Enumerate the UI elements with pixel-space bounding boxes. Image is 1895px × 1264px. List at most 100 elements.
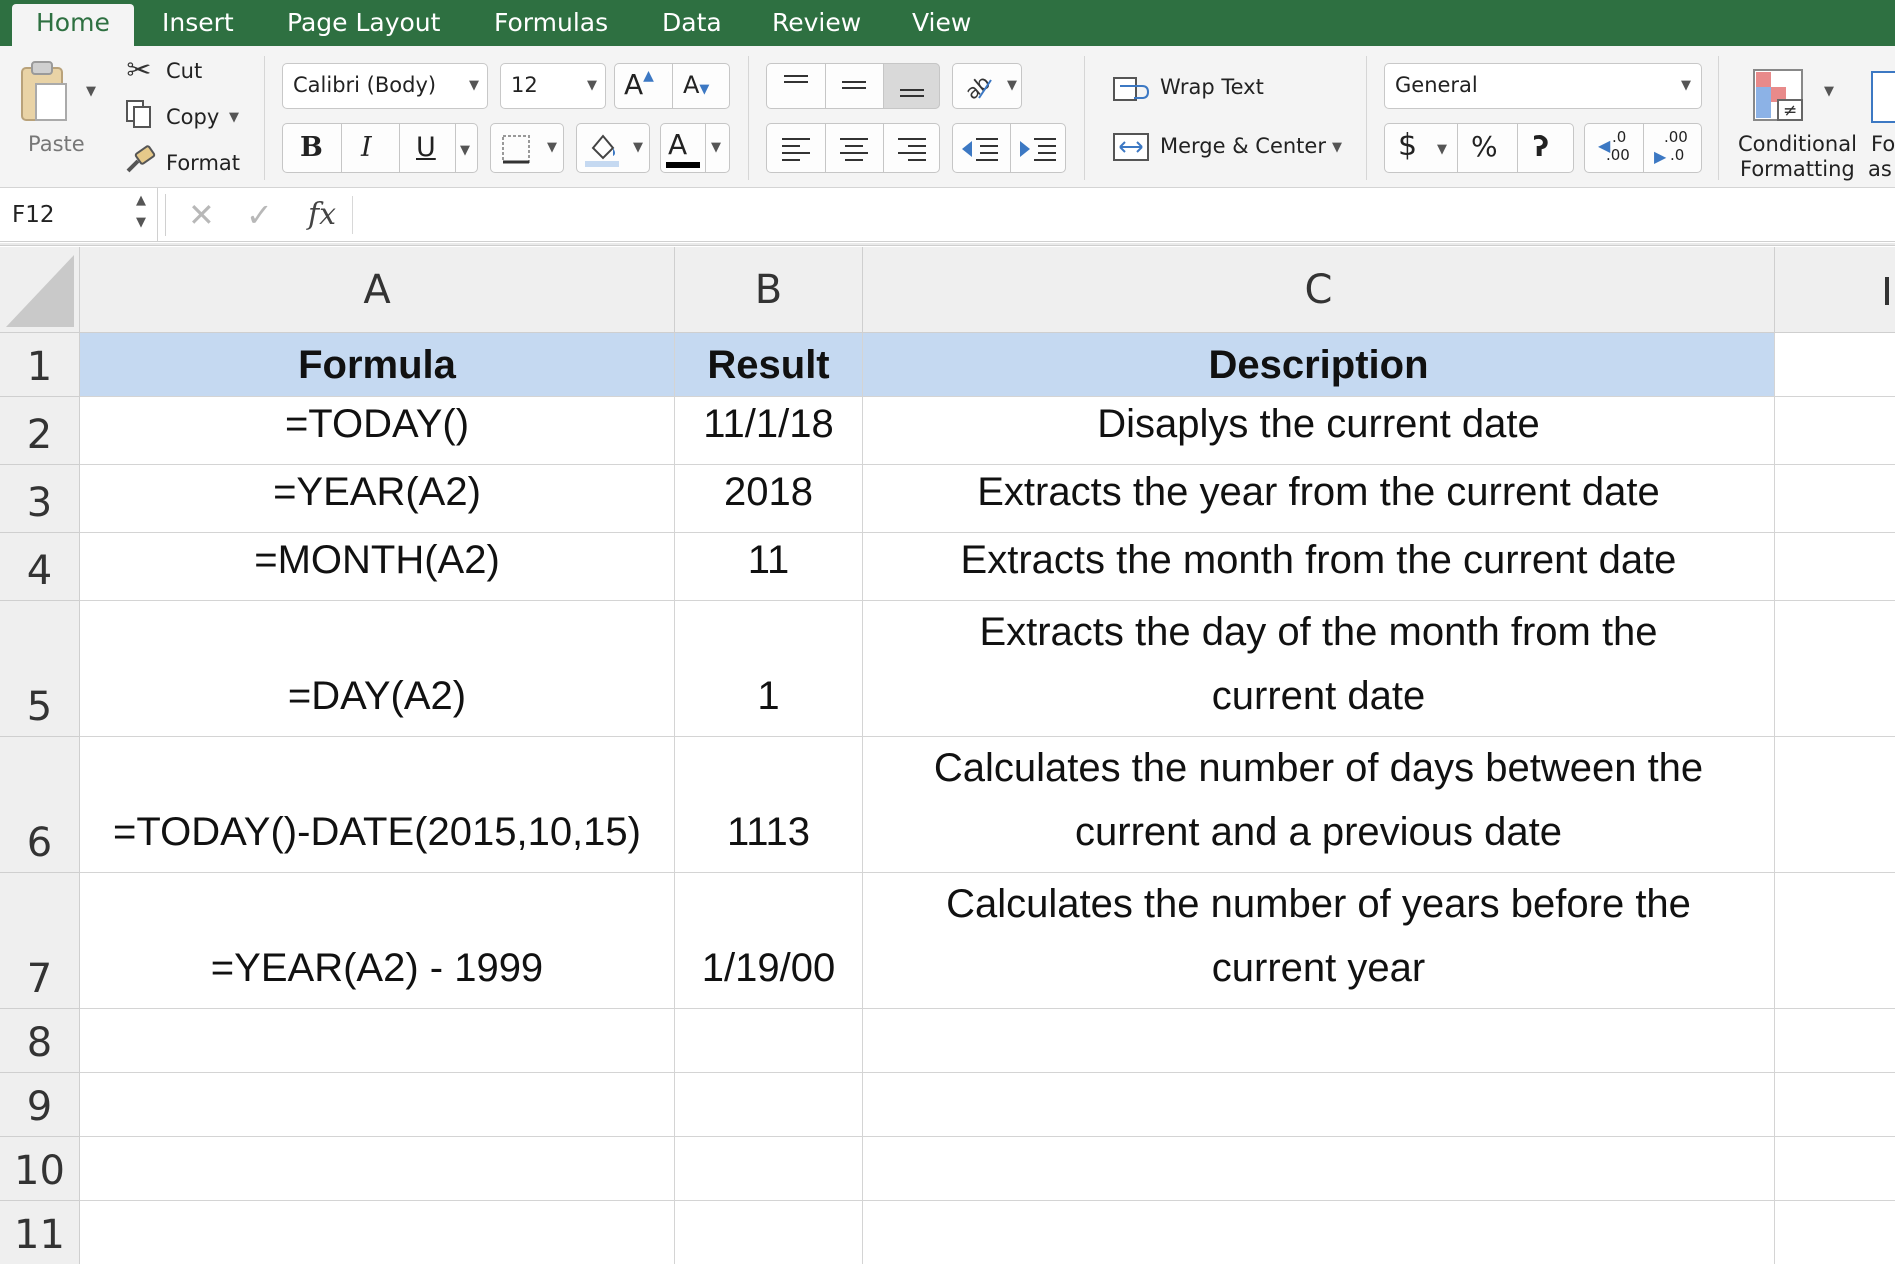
select-all-button[interactable] <box>0 247 80 333</box>
cell-c6[interactable]: Calculates the number of days between th… <box>863 737 1775 873</box>
stepper-down-icon[interactable]: ▼ <box>136 215 146 230</box>
row-header[interactable]: 9 <box>0 1073 80 1137</box>
align-middle-icon[interactable] <box>840 74 868 96</box>
merge-center-button[interactable]: Merge & Center <box>1160 134 1326 158</box>
cell-b6[interactable]: 1113 <box>675 737 863 873</box>
cell-b9[interactable] <box>675 1073 863 1137</box>
row-header[interactable]: 7 <box>0 873 80 1009</box>
merge-center-dropdown-icon[interactable]: ▼ <box>1332 140 1342 155</box>
row-header[interactable]: 8 <box>0 1009 80 1073</box>
tab-data[interactable]: Data <box>662 0 722 46</box>
cell-d6[interactable] <box>1775 737 1895 873</box>
cell-a8[interactable] <box>80 1009 675 1073</box>
borders-button[interactable]: ▼ <box>490 123 564 173</box>
fill-color-button[interactable]: ▼ <box>576 123 650 173</box>
format-as-table-label-1[interactable]: Fo <box>1871 132 1895 156</box>
orientation-button[interactable]: ab ▼ <box>952 63 1022 109</box>
cell-d8[interactable] <box>1775 1009 1895 1073</box>
cell-d9[interactable] <box>1775 1073 1895 1137</box>
cell-b2[interactable]: 11/1/18 <box>675 397 863 465</box>
align-center-icon[interactable] <box>838 136 870 162</box>
tab-home[interactable]: Home <box>12 4 134 46</box>
cell-b4[interactable]: 11 <box>675 533 863 601</box>
cell-a10[interactable] <box>80 1137 675 1201</box>
number-format-select[interactable]: General ▼ <box>1384 63 1702 109</box>
cancel-icon[interactable]: ✕ <box>188 196 215 234</box>
cell-a1[interactable]: Formula <box>80 333 675 397</box>
row-header[interactable]: 5 <box>0 601 80 737</box>
row-header[interactable]: 4 <box>0 533 80 601</box>
conditional-formatting-icon[interactable]: ≠ <box>1752 68 1806 124</box>
stepper-up-icon[interactable]: ▲ <box>136 193 146 208</box>
column-header-a[interactable]: A <box>80 247 675 333</box>
cell-b11[interactable] <box>675 1201 863 1264</box>
cell-c10[interactable] <box>863 1137 1775 1201</box>
row-header[interactable]: 10 <box>0 1137 80 1201</box>
currency-dropdown-icon[interactable]: ▼ <box>1437 142 1447 157</box>
tab-view[interactable]: View <box>912 0 971 46</box>
format-as-table-label-2[interactable]: as <box>1868 157 1892 181</box>
align-bottom-button[interactable] <box>883 63 940 109</box>
wrap-text-button[interactable]: Wrap Text <box>1160 75 1264 99</box>
currency-button[interactable]: $ <box>1398 128 1417 163</box>
cell-b8[interactable] <box>675 1009 863 1073</box>
align-right-icon[interactable] <box>896 136 928 162</box>
formula-input[interactable] <box>360 188 1890 242</box>
merge-center-icon[interactable] <box>1112 132 1150 162</box>
column-header-c[interactable]: C <box>863 247 1775 333</box>
cut-icon[interactable]: ✂ <box>124 53 154 88</box>
tab-page-layout[interactable]: Page Layout <box>287 0 440 46</box>
conditional-formatting-label-1[interactable]: Conditional <box>1738 132 1857 156</box>
name-box[interactable]: F12 ▲ ▼ <box>0 188 158 242</box>
cell-b10[interactable] <box>675 1137 863 1201</box>
comma-style-button[interactable]: ʔ <box>1533 130 1549 163</box>
cell-d4[interactable] <box>1775 533 1895 601</box>
cell-c4[interactable]: Extracts the month from the current date <box>863 533 1775 601</box>
cell-a9[interactable] <box>80 1073 675 1137</box>
underline-button[interactable]: U <box>416 132 436 163</box>
align-left-icon[interactable] <box>780 136 812 162</box>
font-family-select[interactable]: Calibri (Body) ▼ <box>282 63 488 109</box>
increase-indent-icon[interactable] <box>1018 136 1058 162</box>
cut-button[interactable]: Cut <box>166 59 202 83</box>
confirm-icon[interactable]: ✓ <box>246 196 273 234</box>
row-header[interactable]: 1 <box>0 333 80 397</box>
cell-a3[interactable]: =YEAR(A2) <box>80 465 675 533</box>
paste-dropdown-icon[interactable]: ▼ <box>86 84 96 99</box>
tab-formulas[interactable]: Formulas <box>494 0 608 46</box>
cell-d7[interactable] <box>1775 873 1895 1009</box>
cell-d2[interactable] <box>1775 397 1895 465</box>
cell-c1[interactable]: Description <box>863 333 1775 397</box>
insert-function-button[interactable]: fx <box>308 197 336 232</box>
cell-a11[interactable] <box>80 1201 675 1264</box>
conditional-formatting-label-2[interactable]: Formatting <box>1740 157 1855 181</box>
cell-c9[interactable] <box>863 1073 1775 1137</box>
tab-insert[interactable]: Insert <box>162 0 234 46</box>
row-header[interactable]: 6 <box>0 737 80 873</box>
cell-d11[interactable] <box>1775 1201 1895 1264</box>
cell-b3[interactable]: 2018 <box>675 465 863 533</box>
wrap-text-icon[interactable] <box>1112 74 1150 104</box>
italic-button[interactable]: I <box>361 132 372 163</box>
copy-dropdown-icon[interactable]: ▼ <box>229 110 239 125</box>
cell-a5[interactable]: =DAY(A2) <box>80 601 675 737</box>
format-as-table-icon[interactable] <box>1870 70 1895 124</box>
cell-c2[interactable]: Disaplys the current date <box>863 397 1775 465</box>
format-painter-icon[interactable] <box>124 144 156 176</box>
percent-button[interactable]: % <box>1471 130 1498 163</box>
cell-a4[interactable]: =MONTH(A2) <box>80 533 675 601</box>
cell-b5[interactable]: 1 <box>675 601 863 737</box>
cell-c11[interactable] <box>863 1201 1775 1264</box>
shrink-font-button[interactable]: A▼ <box>683 71 709 99</box>
font-color-button[interactable]: A ▼ <box>660 123 730 173</box>
cell-d10[interactable] <box>1775 1137 1895 1201</box>
cell-a2[interactable]: =TODAY() <box>80 397 675 465</box>
decrease-indent-icon[interactable] <box>960 136 1000 162</box>
cell-b7[interactable]: 1/19/00 <box>675 873 863 1009</box>
underline-dropdown-icon[interactable]: ▼ <box>460 143 470 158</box>
font-size-select[interactable]: 12 ▼ <box>500 63 606 109</box>
cell-c5[interactable]: Extracts the day of the month from the c… <box>863 601 1775 737</box>
column-header-b[interactable]: B <box>675 247 863 333</box>
cell-c8[interactable] <box>863 1009 1775 1073</box>
cell-a6[interactable]: =TODAY()-DATE(2015,10,15) <box>80 737 675 873</box>
